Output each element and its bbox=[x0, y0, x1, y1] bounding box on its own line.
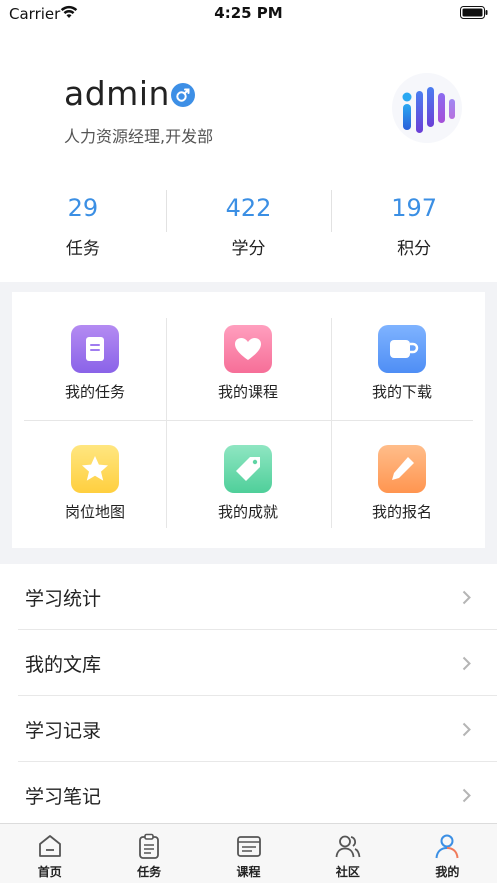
username: admin bbox=[64, 74, 170, 113]
stat-label: 学分 bbox=[231, 239, 266, 259]
battery-icon bbox=[460, 6, 488, 19]
profile-header: admin 人力资源经理,开发部 29 任务 422 学分 197 积分 bbox=[0, 26, 497, 282]
tab-home[interactable]: 首页 bbox=[0, 824, 99, 883]
grid-item-my-achievements[interactable]: 我的成就 bbox=[177, 439, 319, 542]
grid-item-label: 我的下载 bbox=[371, 383, 432, 401]
grid-item-my-courses[interactable]: 我的课程 bbox=[177, 319, 319, 422]
app-logo bbox=[392, 73, 462, 143]
list-item-label: 学习笔记 bbox=[25, 786, 102, 808]
tab-courses[interactable]: 课程 bbox=[199, 824, 298, 883]
home-icon bbox=[38, 835, 61, 857]
chevron-right-icon bbox=[462, 788, 471, 803]
stat-value: 422 bbox=[225, 194, 272, 222]
grid-item-label: 我的课程 bbox=[217, 383, 278, 401]
user-subtitle: 人力资源经理,开发部 bbox=[64, 127, 214, 146]
tab-label: 课程 bbox=[236, 865, 261, 879]
tab-bar: 首页 任务 课程 社区 我的 bbox=[0, 823, 497, 883]
course-icon bbox=[236, 836, 261, 857]
document-icon bbox=[71, 325, 119, 373]
stat-tasks[interactable]: 29 任务 bbox=[0, 186, 166, 266]
star-icon bbox=[71, 445, 119, 493]
grid-divider bbox=[166, 318, 167, 528]
chevron-right-icon bbox=[462, 722, 471, 737]
list-item-label: 学习记录 bbox=[25, 720, 102, 742]
chevron-right-icon bbox=[462, 590, 471, 605]
tab-mine[interactable]: 我的 bbox=[398, 824, 497, 883]
cup-icon bbox=[378, 325, 426, 373]
status-bar: Carrier 4:25 PM bbox=[0, 0, 497, 26]
tag-icon bbox=[224, 445, 272, 493]
clipboard-icon bbox=[139, 833, 160, 859]
list-item-study-records[interactable]: 学习记录 bbox=[18, 696, 497, 762]
list-item-my-library[interactable]: 我的文库 bbox=[18, 630, 497, 696]
grid-item-my-registrations[interactable]: 我的报名 bbox=[331, 439, 473, 542]
tab-label: 任务 bbox=[137, 865, 162, 879]
list-item-study-notes[interactable]: 学习笔记 bbox=[18, 762, 497, 823]
stat-label: 任务 bbox=[65, 239, 100, 259]
feature-grid: 我的任务 我的课程 我的下载 岗位地图 我的成就 我的报名 bbox=[12, 292, 485, 548]
status-time: 4:25 PM bbox=[214, 4, 283, 22]
grid-item-my-downloads[interactable]: 我的下载 bbox=[331, 319, 473, 422]
list-item-label: 学习统计 bbox=[25, 588, 102, 610]
stat-points[interactable]: 197 积分 bbox=[331, 186, 497, 266]
grid-item-label: 我的任务 bbox=[64, 383, 125, 401]
community-icon bbox=[335, 835, 361, 858]
grid-item-job-map[interactable]: 岗位地图 bbox=[24, 439, 166, 542]
tab-label: 我的 bbox=[435, 865, 460, 879]
chevron-right-icon bbox=[462, 656, 471, 671]
grid-item-label: 岗位地图 bbox=[64, 503, 125, 521]
stats-row: 29 任务 422 学分 197 积分 bbox=[0, 186, 497, 266]
stat-label: 积分 bbox=[397, 239, 432, 259]
grid-item-label: 我的成就 bbox=[217, 503, 278, 521]
stat-value: 197 bbox=[391, 194, 438, 222]
list-item-study-stats[interactable]: 学习统计 bbox=[18, 564, 497, 630]
tab-community[interactable]: 社区 bbox=[298, 824, 397, 883]
tab-label: 社区 bbox=[335, 865, 360, 879]
pencil-icon bbox=[378, 445, 426, 493]
menu-list: 学习统计 我的文库 学习记录 学习笔记 bbox=[0, 564, 497, 823]
stat-value: 29 bbox=[67, 194, 99, 222]
male-icon bbox=[171, 83, 195, 107]
grid-item-label: 我的报名 bbox=[371, 503, 432, 521]
heart-icon bbox=[224, 325, 272, 373]
user-icon bbox=[435, 834, 459, 859]
grid-item-my-tasks[interactable]: 我的任务 bbox=[24, 319, 166, 422]
tab-tasks[interactable]: 任务 bbox=[99, 824, 198, 883]
tab-label: 首页 bbox=[37, 865, 62, 879]
list-item-label: 我的文库 bbox=[25, 654, 102, 676]
stat-credits[interactable]: 422 学分 bbox=[165, 186, 332, 266]
